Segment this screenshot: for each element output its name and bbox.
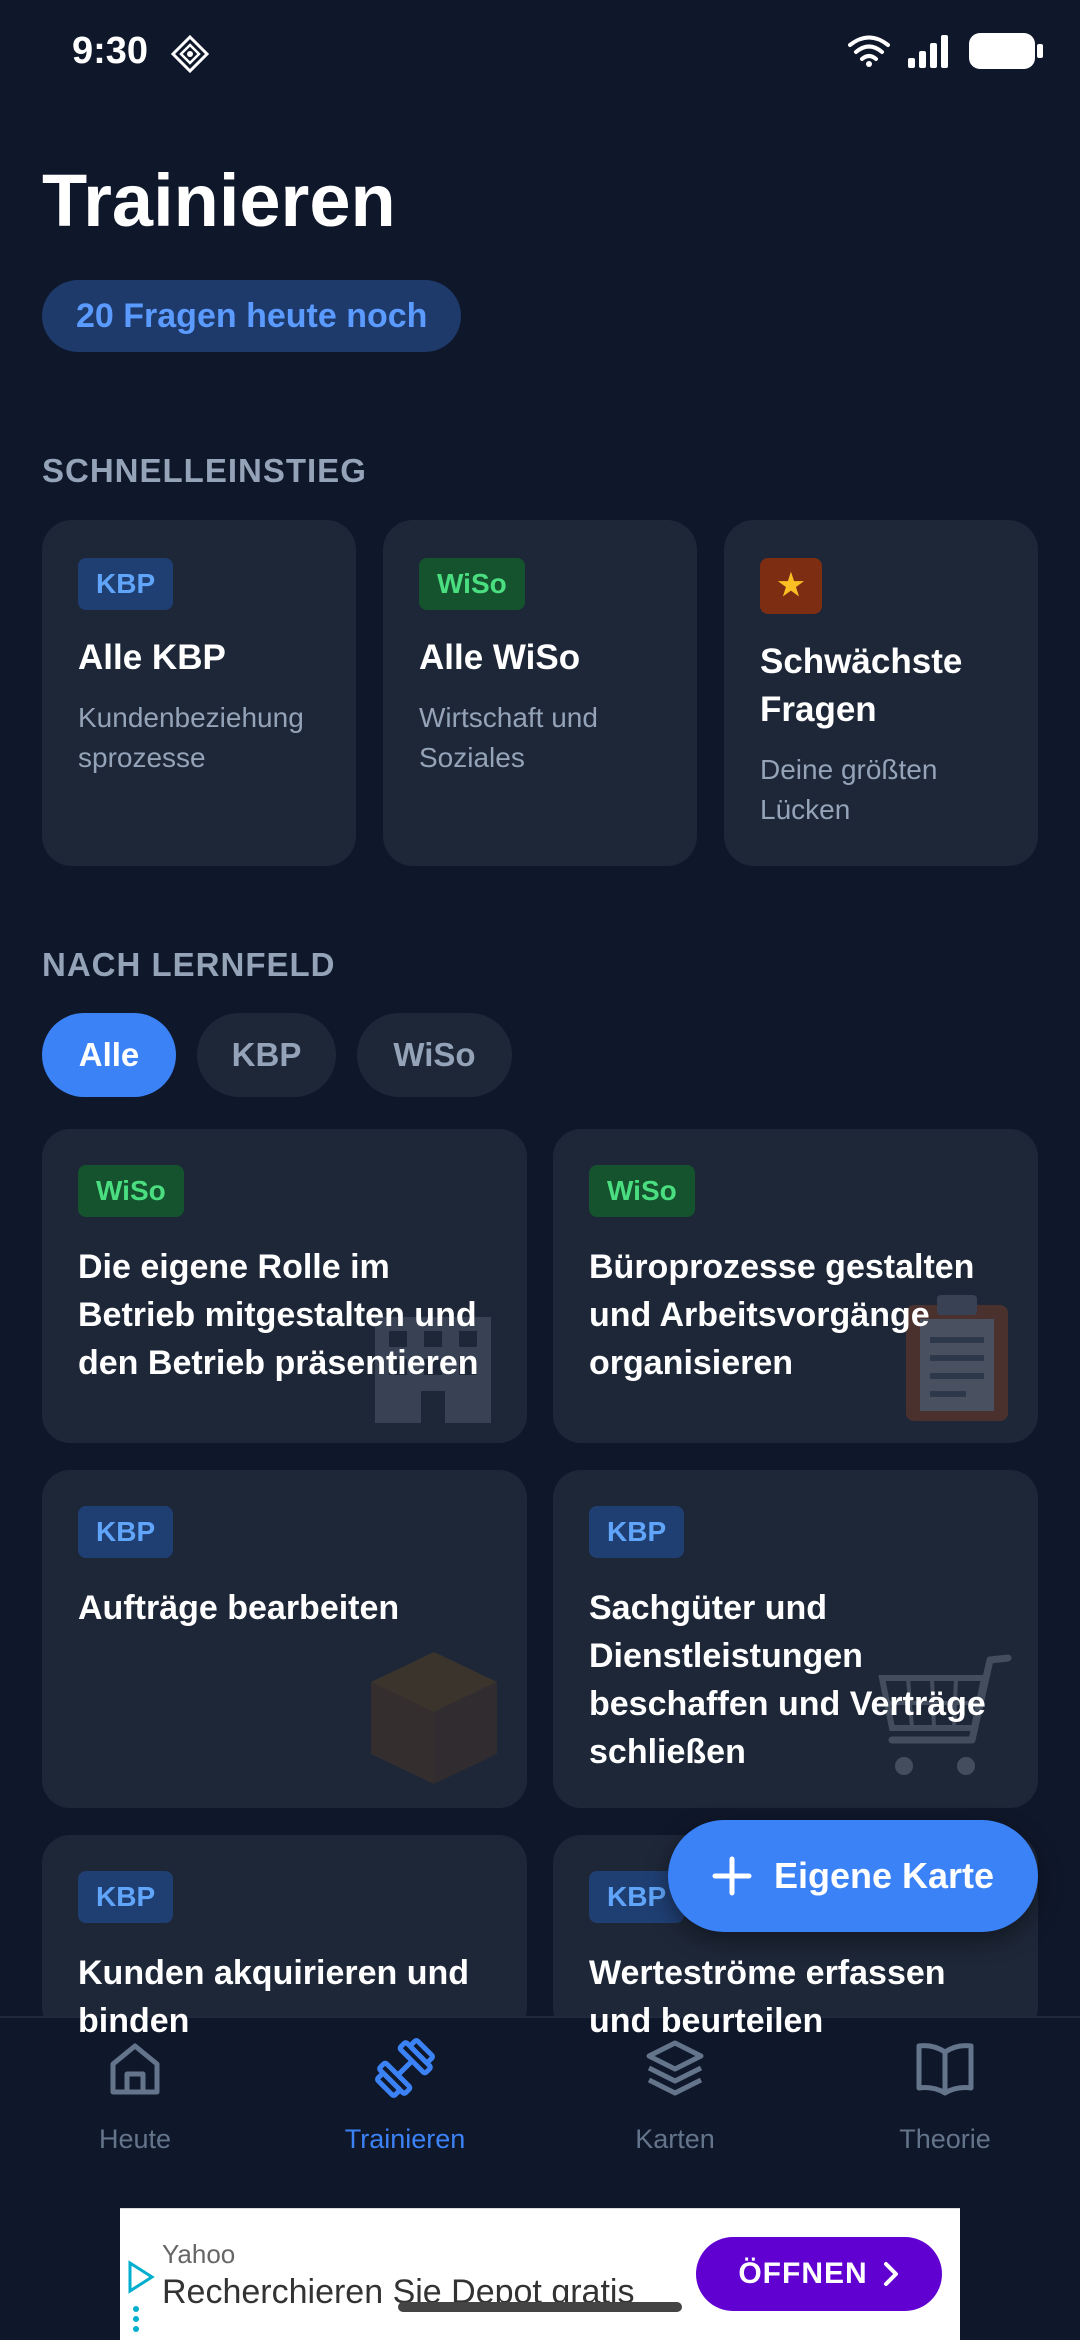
ad-banner[interactable]: Yahoo Recherchieren Sie Depot gratis ÖFF… <box>120 2208 960 2340</box>
layers-icon <box>646 2040 704 2096</box>
section-label-quick: SCHNELLEINSTIEG <box>42 452 367 489</box>
nfc-icon <box>170 34 210 74</box>
lernfeld-card[interactable]: KBP Sachgüter und Dienstleistungen besch… <box>553 1470 1038 1808</box>
status-time: 9:30 <box>72 30 149 72</box>
lernfeld-card[interactable]: KBP Kunden akquirieren und binden <box>42 1835 527 2035</box>
tab-karten[interactable]: Karten <box>540 2018 810 2210</box>
home-icon <box>110 2043 160 2095</box>
tab-heute[interactable]: Heute <box>0 2018 270 2210</box>
quick-card-title: Alle KBP <box>78 638 226 677</box>
questions-remaining-badge: 20 Fragen heute noch <box>42 280 462 352</box>
quick-card-subtitle: Kundenbeziehung sprozesse <box>78 702 304 773</box>
signal-icon <box>908 35 948 68</box>
quick-card-title: Schwächste Fragen <box>760 642 963 729</box>
battery-icon <box>969 33 1043 69</box>
status-bar: 9:30 <box>0 0 1080 110</box>
quick-card-title: Alle WiSo <box>419 638 581 677</box>
quick-card-subtitle: Wirtschaft und Soziales <box>419 702 598 773</box>
tab-label: Theorie <box>899 2124 991 2154</box>
quick-card-all-kbp[interactable]: KBP Alle KBP Kundenbeziehung sprozesse <box>42 520 356 866</box>
tab-trainieren[interactable]: Trainieren <box>270 2018 540 2210</box>
filter-chip-alle[interactable]: Alle <box>42 1013 176 1097</box>
tab-label: Trainieren <box>344 2124 466 2154</box>
book-icon <box>916 2043 974 2096</box>
lernfeld-card[interactable]: WiSo Die eigene Rolle im Betrieb mitgest… <box>42 1129 527 1443</box>
section-label-lernfeld: NACH LERNFELD <box>42 946 336 983</box>
package-icon <box>371 1652 497 1784</box>
home-indicator[interactable] <box>398 2302 682 2312</box>
wifi-icon <box>848 35 890 67</box>
ad-open-label: ÖFFNEN <box>738 2257 868 2290</box>
quick-card-all-wiso[interactable]: WiSo Alle WiSo Wirtschaft und Soziales <box>383 520 697 866</box>
lernfeld-card-title: Aufträge bearbeiten <box>78 1589 400 1627</box>
ad-open-button[interactable]: ÖFFNEN <box>696 2237 942 2311</box>
lernfeld-card[interactable]: WiSo Büroprozesse gestalten und Arbeitsv… <box>553 1129 1038 1443</box>
tag-kbp: KBP <box>589 1506 685 1558</box>
lernfeld-card-title: Die eigene Rolle im Betrieb mitgestalten… <box>78 1248 479 1382</box>
filter-chip-kbp[interactable]: KBP <box>197 1013 336 1097</box>
plus-icon <box>712 1856 752 1896</box>
tab-theorie[interactable]: Theorie <box>810 2018 1080 2210</box>
tag-kbp: KBP <box>78 558 174 610</box>
tag-wiso: WiSo <box>419 558 525 610</box>
dumbbell-icon <box>375 2038 435 2098</box>
add-card-button[interactable]: Eigene Karte <box>668 1820 1038 1932</box>
filter-chip-wiso[interactable]: WiSo <box>357 1013 512 1097</box>
chevron-right-icon <box>883 2262 898 2286</box>
lernfeld-card-title: Werteströme erfassen und beurteilen <box>589 1954 946 2035</box>
star-icon: ★ <box>760 558 822 614</box>
ad-choices-icon <box>128 2260 155 2332</box>
lernfeld-card-title: Kunden akquirieren und binden <box>78 1954 470 2035</box>
quick-card-weakest[interactable]: ★ Schwächste Fragen Deine größten Lücken <box>724 520 1038 866</box>
tag-kbp: KBP <box>78 1506 174 1558</box>
add-card-label: Eigene Karte <box>773 1855 995 1896</box>
tab-label: Karten <box>635 2124 715 2154</box>
page-title: Trainieren <box>42 159 396 242</box>
ad-source: Yahoo <box>162 2239 236 2269</box>
tag-wiso: WiSo <box>589 1165 695 1217</box>
tab-label: Heute <box>98 2124 172 2154</box>
lernfeld-card[interactable]: KBP Aufträge bearbeiten <box>42 1470 527 1808</box>
lernfeld-card-title: Sachgüter und Dienstleistungen beschaffe… <box>589 1589 986 1771</box>
bottom-tab-bar: Heute Trainieren Karten Theorie <box>0 2016 1080 2208</box>
tag-wiso: WiSo <box>78 1165 184 1217</box>
lernfeld-card-title: Büroprozesse gestalten und Arbeitsvorgän… <box>589 1248 975 1382</box>
status-icons <box>848 32 1044 70</box>
quick-card-subtitle: Deine größten Lücken <box>760 754 938 825</box>
tag-kbp: KBP <box>78 1871 174 1923</box>
